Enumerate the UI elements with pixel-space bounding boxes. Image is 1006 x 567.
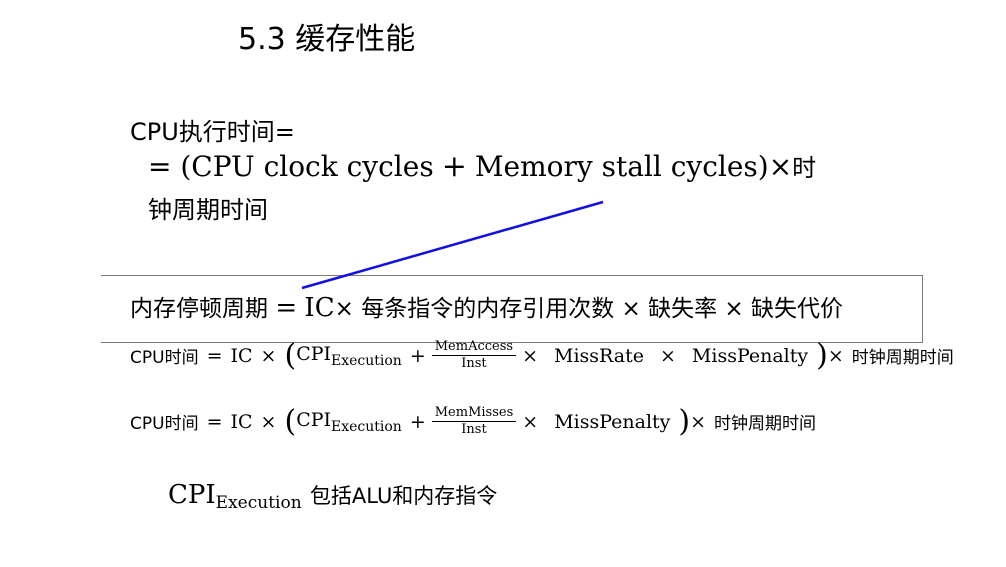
equals-sign: = [275, 293, 298, 323]
memory-stall-label: 内存停顿周期 [130, 296, 268, 322]
mem-misses-fraction: MemMisses Inst [431, 406, 517, 437]
fraction-denominator: Inst [461, 422, 487, 437]
open-paren: ( [284, 403, 297, 439]
fraction-numerator: MemMisses [431, 406, 517, 422]
plus-sign: + [409, 344, 426, 367]
mem-access-fraction: MemAccess Inst [431, 340, 517, 371]
times-sign: × [334, 296, 354, 322]
times-sign: × [522, 410, 539, 433]
times-sign: × [690, 410, 707, 433]
cpu-time-formula-missrate: CPU时间 = IC × ( CPIExecution + MemAccess … [130, 340, 954, 371]
miss-rate-term: 缺失率 [648, 296, 718, 322]
equals-sign: = [206, 410, 223, 433]
cpi-execution-note: CPIExecution 包括ALU和内存指令 [168, 480, 497, 513]
fraction-denominator: Inst [461, 356, 487, 371]
times-sign: × [659, 344, 676, 367]
cpu-time-label: CPU时间 [130, 348, 199, 368]
miss-penalty-term: 缺失代价 [751, 296, 843, 322]
clock-period-text: 时钟周期时间 [851, 348, 954, 368]
times-sign: × [724, 296, 744, 322]
equals-sign: = [206, 344, 223, 367]
times-sign: × [827, 344, 844, 367]
ic-term: IC [230, 344, 253, 367]
clock-period-text: 时钟周期时间 [714, 414, 817, 434]
cpi-term: CPIExecution [296, 342, 402, 369]
note-text: 包括ALU和内存指令 [309, 484, 498, 508]
ic-term: IC [230, 410, 253, 433]
miss-rate-term: MissRate [554, 344, 644, 367]
pointer-line-segment [301, 200, 604, 290]
miss-penalty-term: MissPenalty [691, 344, 809, 367]
close-paren: ) [816, 337, 828, 373]
times-sign: × [522, 344, 538, 367]
cpu-time-label: CPU时间 [130, 414, 199, 434]
cpi-term: CPIExecution [296, 408, 402, 435]
times-sign: × [260, 410, 277, 433]
close-paren: ) [678, 403, 691, 439]
plus-sign: + [409, 410, 426, 433]
miss-penalty-term: MissPenalty [554, 410, 671, 433]
times-sign: × [621, 296, 641, 322]
pointer-line [301, 200, 604, 290]
cpu-time-formula-misses: CPU时间 = IC × ( CPIExecution + MemMisses … [130, 406, 816, 437]
fraction-numerator: MemAccess [431, 340, 517, 356]
memory-stall-formula: 内存停顿周期 = IC× 每条指令的内存引用次数 × 缺失率 × 缺失代价 [130, 289, 843, 323]
ic-term: IC [304, 293, 335, 323]
cpi-term: CPIExecution [168, 480, 302, 513]
open-paren: ( [284, 337, 297, 373]
refs-per-instruction-term: 每条指令的内存引用次数 [361, 296, 615, 322]
times-sign: × [260, 344, 277, 367]
